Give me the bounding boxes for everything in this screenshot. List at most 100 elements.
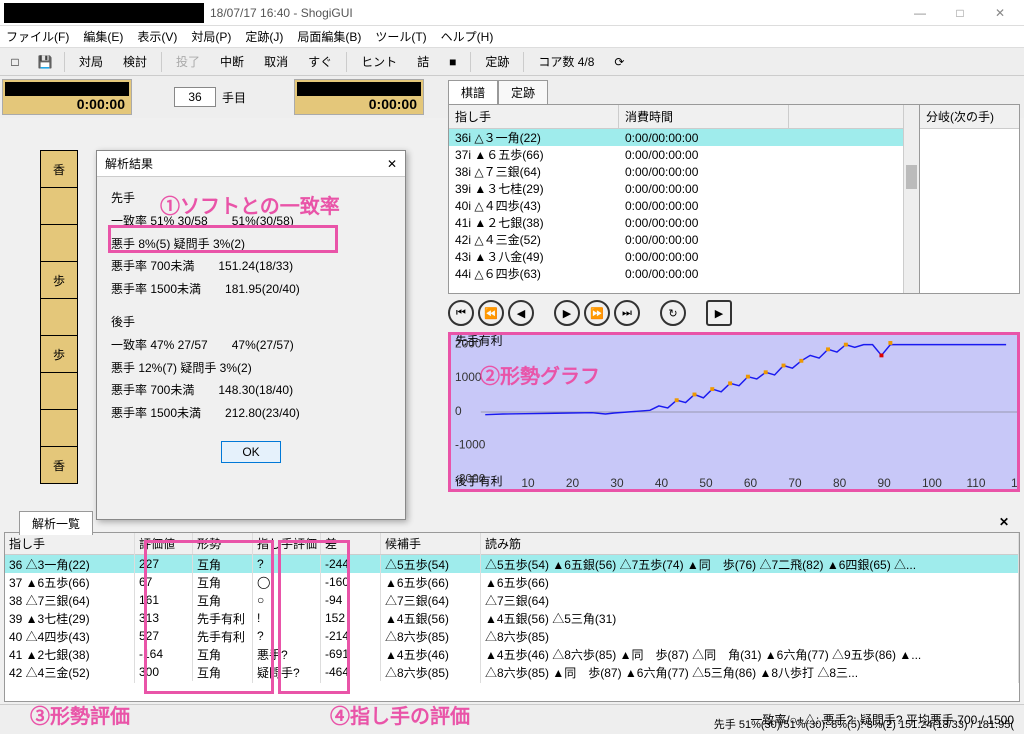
svg-text:110: 110: [967, 477, 986, 489]
tab-analysis-list[interactable]: 解析一覧: [19, 511, 93, 535]
menu-view[interactable]: 表示(V): [137, 28, 177, 45]
loop-button[interactable]: ↻: [660, 300, 686, 326]
status-line-2: 先手 51%(30)/51%(30): 8%(5): 3%(2) 151.24(…: [714, 716, 1014, 732]
analysis-result-dialog: 解析結果 ✕ 先手 一致率 51% 30/5851%(30/58) 悪手 8%(…: [96, 150, 406, 520]
svg-text:90: 90: [877, 477, 891, 489]
move-number-input[interactable]: [174, 87, 216, 107]
scrollbar[interactable]: [903, 105, 919, 293]
prev-button[interactable]: ◀: [508, 300, 534, 326]
svg-text:-2000: -2000: [455, 472, 486, 485]
col-move[interactable]: 指し手: [5, 533, 135, 554]
analysis-row[interactable]: 38 △7三銀(64)161互角○-94△7三銀(64)△7三銀(64): [5, 591, 1019, 609]
move-row[interactable]: 44i △６四歩(63)0:00/00:00:00: [449, 265, 903, 282]
svg-text:1000: 1000: [455, 371, 482, 384]
resign-button[interactable]: 投了: [170, 51, 206, 72]
review-button[interactable]: 検討: [117, 51, 153, 72]
ok-button[interactable]: OK: [221, 441, 281, 463]
svg-text:-1000: -1000: [455, 439, 486, 452]
hint-button[interactable]: ヒント: [355, 51, 403, 72]
reload-icon[interactable]: ⟳: [608, 51, 630, 73]
play-button[interactable]: 対局: [73, 51, 109, 72]
board-cell[interactable]: 香: [40, 150, 78, 188]
svg-text:120: 120: [1011, 477, 1017, 489]
dialog-title: 解析結果: [105, 155, 153, 172]
menu-position[interactable]: 局面編集(B): [297, 28, 361, 45]
svg-text:80: 80: [833, 477, 847, 489]
tab-book[interactable]: 定跡: [498, 80, 548, 104]
board-cell[interactable]: [40, 372, 78, 410]
menu-file[interactable]: ファイル(F): [6, 28, 69, 45]
col-candidate[interactable]: 候補手: [381, 533, 481, 554]
analysis-row[interactable]: 40 △4四歩(43)527先手有利?-214△8六歩(85)△8六歩(85): [5, 627, 1019, 645]
analysis-row[interactable]: 42 △4三金(52)300互角疑問手?-464△8六歩(85)△8六歩(85)…: [5, 663, 1019, 681]
book-button[interactable]: 定跡: [479, 51, 515, 72]
menu-edit[interactable]: 編集(E): [83, 28, 123, 45]
move-row[interactable]: 37i ▲６五歩(66)0:00/00:00:00: [449, 146, 903, 163]
board-cell[interactable]: [40, 409, 78, 447]
board-cell[interactable]: [40, 187, 78, 225]
board-cell[interactable]: [40, 224, 78, 262]
analysis-row[interactable]: 41 ▲2七銀(38)-164互角悪手?-691▲4五歩(46)▲4五歩(46)…: [5, 645, 1019, 663]
scroll-thumb[interactable]: [906, 165, 917, 189]
break-button[interactable]: 中断: [214, 51, 250, 72]
evaluation-graph[interactable]: 先手有利 後手有利 -2000-1000010002000 1020304050…: [448, 332, 1020, 492]
move-row[interactable]: 36i △３一角(22)0:00/00:00:00: [449, 129, 903, 146]
move-row[interactable]: 41i ▲２七銀(38)0:00/00:00:00: [449, 214, 903, 231]
move-row[interactable]: 42i △４三金(52)0:00/00:00:00: [449, 231, 903, 248]
analysis-row[interactable]: 36 △3一角(22)227互角?-244△5五歩(54)△5五歩(54) ▲6…: [5, 555, 1019, 573]
col-eval[interactable]: 評価値: [135, 533, 193, 554]
forward-button[interactable]: ⏩: [584, 300, 610, 326]
maximize-button[interactable]: □: [940, 6, 980, 20]
move-list: 指し手 消費時間 36i △３一角(22)0:00/00:00:0037i ▲６…: [448, 104, 1020, 294]
analysis-row[interactable]: 39 ▲3七桂(29)313先手有利!152▲4五銀(56)▲4五銀(56) △…: [5, 609, 1019, 627]
next-button[interactable]: ▶: [554, 300, 580, 326]
separator: [346, 52, 347, 72]
svg-text:70: 70: [788, 477, 802, 489]
board-cell[interactable]: [40, 298, 78, 336]
col-move-eval[interactable]: 指し手評価: [253, 533, 321, 554]
playback-controls: ⏮ ⏪ ◀ ▶ ⏩ ⏭ ↻ ▶: [448, 300, 1020, 326]
move-row[interactable]: 38i △７三銀(64)0:00/00:00:00: [449, 163, 903, 180]
save-icon[interactable]: 💾: [34, 51, 56, 73]
play-button[interactable]: ▶: [706, 300, 732, 326]
mate-button[interactable]: 詰: [411, 51, 435, 72]
col-branch[interactable]: 分岐(次の手): [920, 105, 1019, 129]
move-row[interactable]: 40i △４四歩(43)0:00/00:00:00: [449, 197, 903, 214]
close-button[interactable]: ✕: [980, 6, 1020, 20]
col-pv[interactable]: 読み筋: [481, 533, 1019, 554]
menu-game[interactable]: 対局(P): [191, 28, 231, 45]
svg-text:0: 0: [455, 405, 462, 418]
stop-button[interactable]: ■: [443, 53, 462, 71]
menu-help[interactable]: ヘルプ(H): [441, 28, 494, 45]
menu-book[interactable]: 定跡(J): [245, 28, 283, 45]
clock-right-time: 0:00:00: [369, 96, 417, 112]
panel-close-icon[interactable]: ✕: [999, 515, 1015, 531]
svg-text:30: 30: [610, 477, 624, 489]
cores-label[interactable]: コア数 4/8: [532, 51, 600, 72]
titlebar: 18/07/17 16:40 - ShogiGUI — □ ✕: [0, 0, 1024, 26]
board-cell[interactable]: 歩: [40, 261, 78, 299]
gote-match: 一致率 47% 27/57: [111, 334, 208, 357]
col-move[interactable]: 指し手: [449, 105, 619, 128]
col-time[interactable]: 消費時間: [619, 105, 789, 128]
now-button[interactable]: すぐ: [302, 51, 338, 72]
col-position[interactable]: 形勢: [193, 533, 253, 554]
new-icon[interactable]: □: [4, 51, 26, 73]
svg-text:60: 60: [744, 477, 758, 489]
svg-text:10: 10: [521, 477, 535, 489]
first-button[interactable]: ⏮: [448, 300, 474, 326]
move-row[interactable]: 43i ▲３八金(49)0:00/00:00:00: [449, 248, 903, 265]
move-row[interactable]: 39i ▲３七桂(29)0:00/00:00:00: [449, 180, 903, 197]
board-cell[interactable]: 歩: [40, 335, 78, 373]
menu-tools[interactable]: ツール(T): [375, 28, 426, 45]
undo-button[interactable]: 取消: [258, 51, 294, 72]
rewind-button[interactable]: ⏪: [478, 300, 504, 326]
tab-kifu[interactable]: 棋譜: [448, 80, 498, 104]
last-button[interactable]: ⏭: [614, 300, 640, 326]
minimize-button[interactable]: —: [900, 6, 940, 20]
sente-badrate2: 悪手率 1500未満: [111, 278, 201, 301]
dialog-close-icon[interactable]: ✕: [387, 157, 397, 171]
analysis-row[interactable]: 37 ▲6五歩(66)67互角◯-160▲6五歩(66)▲6五歩(66): [5, 573, 1019, 591]
col-diff[interactable]: 差: [321, 533, 381, 554]
board-cell[interactable]: 香: [40, 446, 78, 484]
